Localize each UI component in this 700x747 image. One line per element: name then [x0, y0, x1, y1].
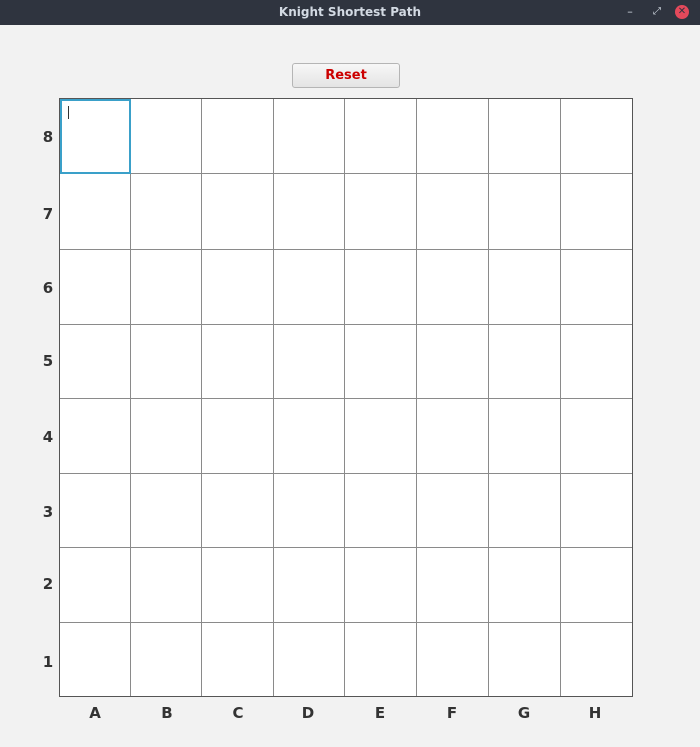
board-cell-e6[interactable]: [345, 250, 417, 325]
board-cell-a2[interactable]: [60, 548, 131, 623]
board-cell-h8[interactable]: [561, 99, 632, 174]
text-caret: [68, 106, 69, 119]
rank-label-4: 4: [42, 428, 54, 446]
board-cell-a8[interactable]: [60, 99, 131, 174]
rank-label-1: 1: [42, 653, 54, 671]
window-title: Knight Shortest Path: [278, 5, 422, 19]
board-cell-b7[interactable]: [131, 174, 202, 250]
board-cell-a3[interactable]: [60, 474, 131, 548]
close-icon[interactable]: ✕: [675, 5, 689, 19]
board-cell-a6[interactable]: [60, 250, 131, 325]
rank-label-8: 8: [42, 128, 54, 146]
board-cell-b3[interactable]: [131, 474, 202, 548]
board-cell-e1[interactable]: [345, 623, 417, 696]
board-cell-a1[interactable]: [60, 623, 131, 696]
board-cell-f3[interactable]: [417, 474, 489, 548]
board-cell-d3[interactable]: [274, 474, 345, 548]
board-cell-a4[interactable]: [60, 399, 131, 474]
board-cell-g8[interactable]: [489, 99, 561, 174]
board-cell-b8[interactable]: [131, 99, 202, 174]
app-window: Knight Shortest Path – ⤢ ✕ Reset 8 7 6 5 4 3 2…: [0, 0, 700, 747]
board-cell-c3[interactable]: [202, 474, 274, 548]
board-cell-e7[interactable]: [345, 174, 417, 250]
rank-label-2: 2: [42, 575, 54, 593]
board-cell-f5[interactable]: [417, 325, 489, 399]
board-cell-f7[interactable]: [417, 174, 489, 250]
board-cell-e2[interactable]: [345, 548, 417, 623]
board-cell-c1[interactable]: [202, 623, 274, 696]
file-label-c: C: [232, 704, 244, 722]
file-label-f: F: [446, 704, 458, 722]
rank-label-5: 5: [42, 352, 54, 370]
board-cell-f2[interactable]: [417, 548, 489, 623]
board-cell-b5[interactable]: [131, 325, 202, 399]
board-cell-d6[interactable]: [274, 250, 345, 325]
rank-label-6: 6: [42, 279, 54, 297]
board-cell-b2[interactable]: [131, 548, 202, 623]
board-cell-d5[interactable]: [274, 325, 345, 399]
reset-button[interactable]: Reset: [292, 63, 400, 88]
board-cell-g5[interactable]: [489, 325, 561, 399]
board-cell-d8[interactable]: [274, 99, 345, 174]
chess-board: [59, 98, 633, 697]
board-cell-d7[interactable]: [274, 174, 345, 250]
board-cell-c6[interactable]: [202, 250, 274, 325]
maximize-icon[interactable]: ⤢: [649, 4, 665, 20]
file-label-d: D: [301, 704, 315, 722]
rank-label-3: 3: [42, 503, 54, 521]
file-label-h: H: [588, 704, 602, 722]
board-cell-g7[interactable]: [489, 174, 561, 250]
board-cell-g3[interactable]: [489, 474, 561, 548]
board-cell-h4[interactable]: [561, 399, 632, 474]
rank-label-7: 7: [42, 205, 54, 223]
board-cell-e4[interactable]: [345, 399, 417, 474]
board-cell-e3[interactable]: [345, 474, 417, 548]
minimize-icon[interactable]: –: [622, 4, 638, 20]
board-cell-h6[interactable]: [561, 250, 632, 325]
board-cell-e5[interactable]: [345, 325, 417, 399]
file-label-a: A: [89, 704, 101, 722]
board-cell-d1[interactable]: [274, 623, 345, 696]
board-cell-h3[interactable]: [561, 474, 632, 548]
board-cell-c7[interactable]: [202, 174, 274, 250]
board-cell-c8[interactable]: [202, 99, 274, 174]
file-label-e: E: [374, 704, 386, 722]
board-cell-c2[interactable]: [202, 548, 274, 623]
board-cell-f6[interactable]: [417, 250, 489, 325]
title-bar[interactable]: Knight Shortest Path – ⤢ ✕: [0, 0, 700, 25]
file-label-b: B: [161, 704, 173, 722]
board-cell-d2[interactable]: [274, 548, 345, 623]
board-cell-f1[interactable]: [417, 623, 489, 696]
board-cell-h7[interactable]: [561, 174, 632, 250]
board-cell-b6[interactable]: [131, 250, 202, 325]
board-cell-h2[interactable]: [561, 548, 632, 623]
board-cell-g6[interactable]: [489, 250, 561, 325]
board-cell-b4[interactable]: [131, 399, 202, 474]
board-cell-h1[interactable]: [561, 623, 632, 696]
board-cell-g4[interactable]: [489, 399, 561, 474]
board-cell-f4[interactable]: [417, 399, 489, 474]
board-cell-g1[interactable]: [489, 623, 561, 696]
board-cell-e8[interactable]: [345, 99, 417, 174]
board-cell-a7[interactable]: [60, 174, 131, 250]
board-cell-c5[interactable]: [202, 325, 274, 399]
board-cell-d4[interactable]: [274, 399, 345, 474]
board-cell-f8[interactable]: [417, 99, 489, 174]
board-cell-a5[interactable]: [60, 325, 131, 399]
board-cell-g2[interactable]: [489, 548, 561, 623]
board-cell-b1[interactable]: [131, 623, 202, 696]
file-label-g: G: [517, 704, 531, 722]
board-cell-c4[interactable]: [202, 399, 274, 474]
board-cell-h5[interactable]: [561, 325, 632, 399]
